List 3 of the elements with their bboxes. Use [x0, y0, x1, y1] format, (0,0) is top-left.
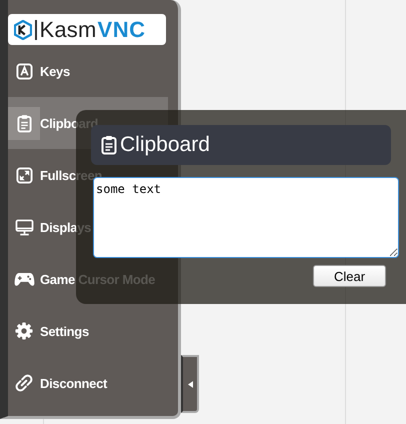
- panel-title: Clipboard: [120, 133, 210, 157]
- logo-text: Kasm: [40, 16, 97, 42]
- logo-text: VNC: [98, 16, 146, 42]
